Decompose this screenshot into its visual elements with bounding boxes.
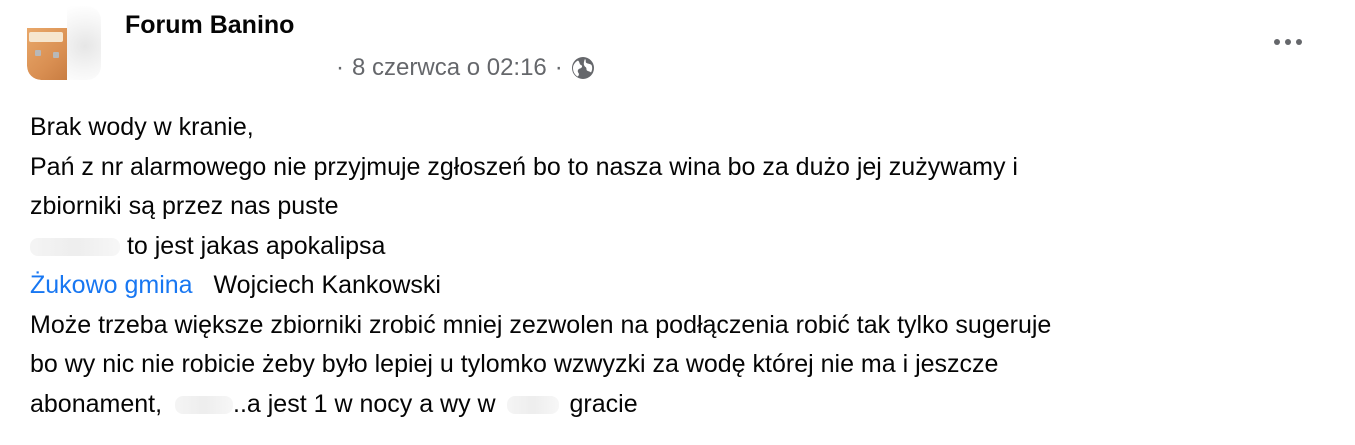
redacted-text bbox=[506, 395, 559, 414]
post-line-text: ..a jest 1 w nocy a wy w bbox=[233, 389, 496, 418]
post-line: abonament, ..a jest 1 w nocy a wy w grac… bbox=[30, 385, 1330, 425]
more-options-icon bbox=[1296, 39, 1302, 45]
post-line-text: to jest jakas apokalipsa bbox=[126, 231, 386, 260]
redacted-text bbox=[30, 237, 120, 256]
post-body: Brak wody w kranie, Pań z nr alarmowego … bbox=[30, 108, 1330, 424]
avatar-blur bbox=[67, 6, 101, 80]
page-name-link[interactable]: Forum Banino bbox=[125, 11, 294, 40]
post-line: to jest jakas apokalipsa bbox=[30, 227, 1330, 267]
tag-zukowo-gmina[interactable]: Żukowo gmina bbox=[30, 271, 193, 299]
post-line: bo wy nic nie robicie żeby było lepiej u… bbox=[30, 350, 999, 378]
more-options-icon bbox=[1285, 39, 1291, 45]
avatar-detail bbox=[35, 50, 41, 56]
post-line: Pań z nr alarmowego nie przyjmuje zgłosz… bbox=[30, 152, 1018, 181]
tag-wojciech-kankowski[interactable]: Wojciech Kankowski bbox=[214, 271, 441, 299]
post-line-text: gracie bbox=[569, 389, 638, 418]
globe-icon[interactable] bbox=[571, 56, 595, 80]
post-line-text: abonament, bbox=[30, 389, 163, 418]
post-line: Może trzeba większe zbiorniki zrobić mni… bbox=[30, 310, 1052, 339]
meta-separator: · bbox=[554, 54, 563, 81]
post-timestamp[interactable]: 8 czerwca o 02:16 bbox=[352, 54, 547, 82]
meta-separator: · bbox=[336, 54, 344, 81]
redacted-text bbox=[175, 395, 233, 414]
post-meta: · 8 czerwca o 02:16 · bbox=[336, 54, 595, 82]
post-line: Brak wody w kranie, bbox=[30, 113, 254, 141]
avatar-sign bbox=[29, 32, 63, 42]
more-options-icon bbox=[1274, 39, 1280, 45]
post-line: Żukowo gmina Wojciech Kankowski bbox=[30, 266, 1330, 306]
more-options-button[interactable] bbox=[1268, 30, 1308, 54]
avatar-detail bbox=[53, 52, 59, 58]
page-avatar[interactable] bbox=[27, 6, 101, 80]
post-line: zbiorniki są przez nas puste bbox=[30, 192, 339, 220]
